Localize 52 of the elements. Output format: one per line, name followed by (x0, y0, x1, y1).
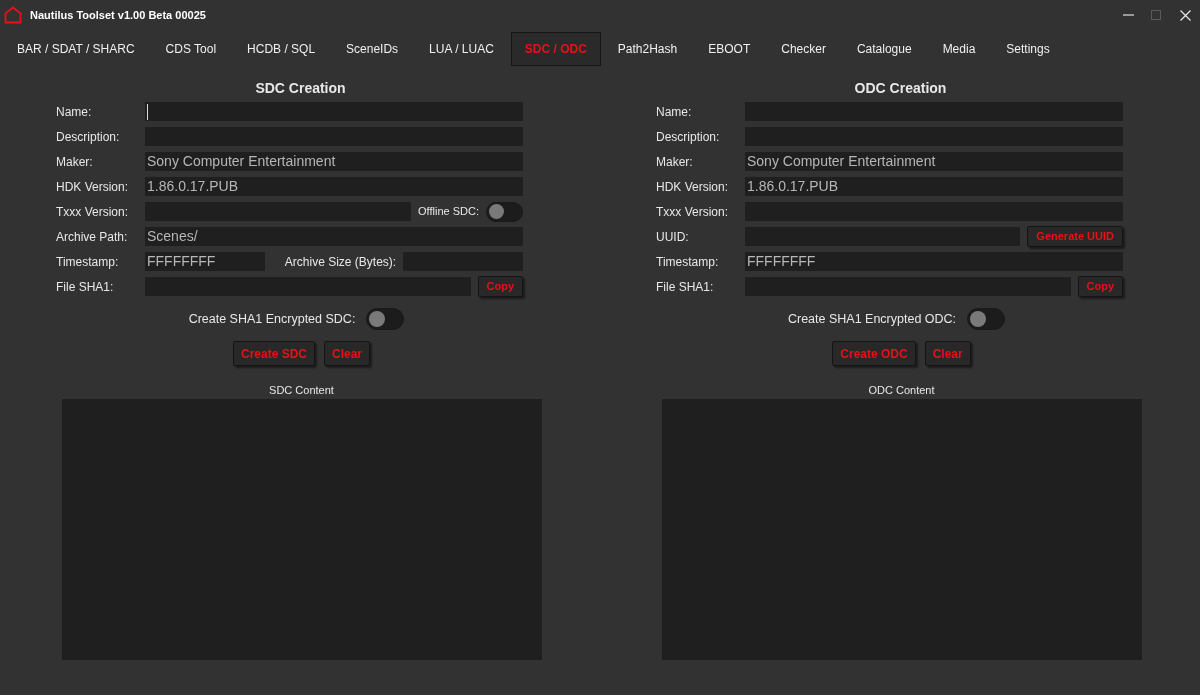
field-label: HDK Version: (656, 178, 730, 196)
text-field[interactable] (145, 102, 523, 121)
toggle-switch[interactable] (366, 308, 405, 330)
text-field[interactable]: Scenes/ (145, 227, 523, 246)
tab[interactable]: Settings (992, 32, 1064, 66)
window-title: Nautilus Toolset v1.00 Beta 00025 (30, 7, 206, 23)
toggle-switch[interactable] (967, 308, 1006, 330)
field-label: HDK Version: (56, 178, 130, 196)
content-label: ODC Content (868, 383, 935, 397)
tab[interactable]: CDS Tool (151, 32, 231, 66)
tab[interactable]: LUA / LUAC (415, 32, 508, 66)
field-label: Maker: (656, 153, 694, 171)
field-label: Description: (56, 128, 121, 146)
tab[interactable]: BAR / SDAT / SHARC (3, 32, 149, 66)
maximize-icon (1151, 10, 1161, 20)
field-label: Maker: (56, 153, 94, 171)
field-label: Archive Size (Bytes): (284, 253, 397, 271)
switch-label: Create SHA1 Encrypted SDC: (188, 310, 356, 328)
text-cursor-icon (147, 103, 148, 120)
panel-title: ODC Creation (854, 79, 947, 97)
field-label: UUID: (656, 228, 690, 246)
tab[interactable]: Checker (767, 32, 840, 66)
toggle-label: Offline SDC: (418, 204, 479, 220)
field-label: Archive Path: (56, 228, 129, 246)
field-label: Name: (656, 103, 693, 121)
text-field[interactable]: Sony Computer Entertainment (745, 152, 1123, 171)
text-field[interactable]: 1.86.0.17.PUB (745, 177, 1123, 196)
tab[interactable]: Media (928, 32, 990, 66)
tab[interactable]: HCDB / SQL (233, 32, 330, 66)
field-label: Timestamp: (56, 253, 120, 271)
tab[interactable]: EBOOT (694, 32, 765, 66)
field-label: Txxx Version: (56, 203, 130, 221)
field-label: File SHA1: (656, 278, 715, 296)
text-field[interactable]: Sony Computer Entertainment (145, 152, 523, 171)
text-field[interactable]: 1.86.0.17.PUB (145, 177, 523, 196)
text-field[interactable]: FFFFFFFF (745, 252, 1123, 271)
field-label: Txxx Version: (656, 203, 730, 221)
tab[interactable]: Path2Hash (603, 32, 692, 66)
toggle-switch[interactable] (486, 201, 523, 222)
minimize-icon (1122, 14, 1134, 16)
switch-label: Create SHA1 Encrypted ODC: (787, 310, 957, 328)
panel-title: SDC Creation (255, 79, 346, 97)
field-label: Timestamp: (656, 253, 720, 271)
tab[interactable]: Catalogue (842, 32, 926, 66)
tab[interactable]: SceneIDs (332, 32, 413, 66)
field-label: Name: (56, 103, 93, 121)
field-label: Description: (656, 128, 721, 146)
house-icon (4, 6, 22, 24)
content-label: SDC Content (269, 383, 334, 397)
text-field[interactable]: FFFFFFFF (145, 252, 265, 271)
field-label: File SHA1: (56, 278, 115, 296)
close-icon (1179, 9, 1191, 21)
